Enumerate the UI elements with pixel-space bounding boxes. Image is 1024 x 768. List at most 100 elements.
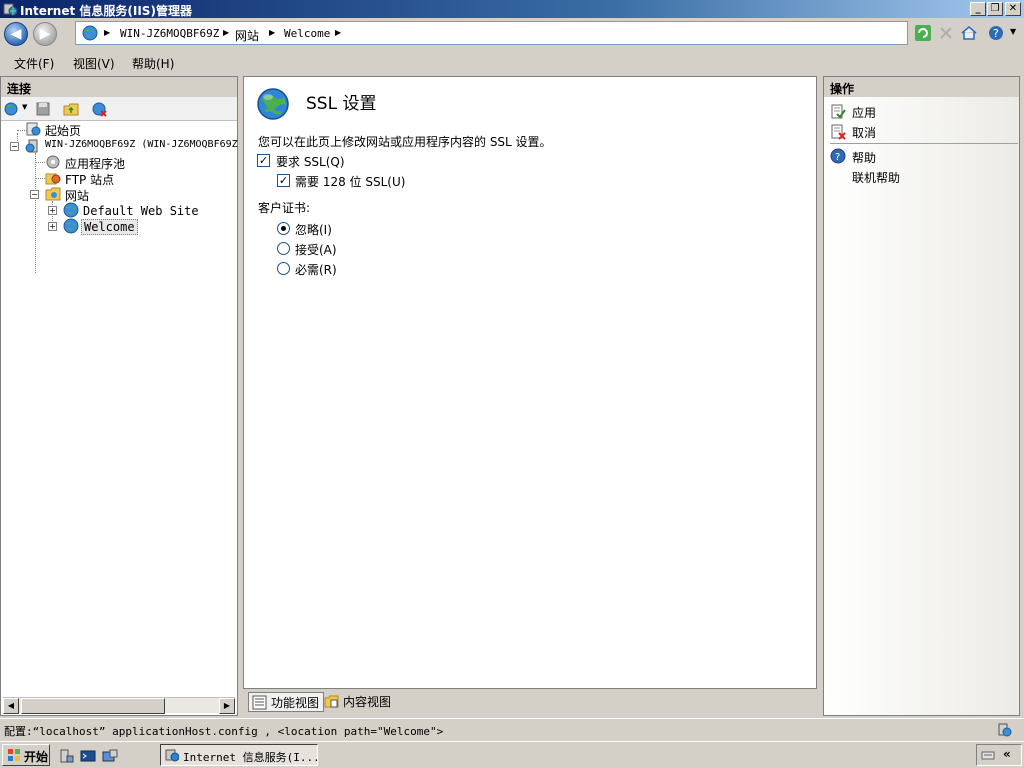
folder-up-icon[interactable] [63,101,79,117]
accept-label[interactable]: 接受(A) [295,241,337,258]
sites-folder-icon [45,187,61,201]
breadcrumb-separator-icon: ▶ [269,28,276,37]
page-title: SSL 设置 [306,94,377,114]
start-page-icon [26,122,41,136]
apply-action[interactable]: 应用 [852,104,876,121]
apply-icon [831,104,846,119]
address-toolbar: ◀ ▶ ▶ WIN-JZ6MOQBF69Z ▶ 网站 ▶ Welcome ▶ ?… [0,18,1024,50]
tree-item-ftp-sites[interactable]: FTP 站点 [65,171,114,188]
collapse-toggle[interactable]: − [30,190,39,199]
taskbar: 开始 Internet 信息服务(I... « [0,741,1024,768]
cancel-icon [831,124,846,140]
chevron-down-icon[interactable]: ▼ [1010,27,1016,36]
tab-content-view[interactable]: 内容视图 [321,692,395,712]
horizontal-scrollbar[interactable]: ◀ ▶ [3,697,235,714]
keyboard-icon[interactable] [981,748,995,762]
iis-manager-icon [3,3,17,16]
expand-toggle[interactable]: + [48,222,57,231]
accept-radio[interactable] [277,242,290,255]
chevron-down-icon[interactable]: ▼ [22,103,27,111]
forward-button[interactable]: ▶ [33,22,57,46]
ignore-label[interactable]: 忽略(I) [295,221,332,238]
address-bar[interactable]: ▶ WIN-JZ6MOQBF69Z ▶ 网站 ▶ Welcome ▶ [75,21,908,45]
collapse-toggle[interactable]: − [10,142,19,151]
stop-icon[interactable] [937,24,955,42]
globe-icon [82,25,98,41]
network-status-icon [998,723,1012,737]
help-dropdown-icon[interactable]: ? [988,24,1006,42]
tree-item-app-pools[interactable]: 应用程序池 [65,155,125,172]
iis-manager-icon [165,749,179,762]
close-button[interactable]: ✕ [1005,2,1021,16]
breadcrumb-separator-icon: ▶ [335,28,342,37]
tab-features-view-label: 功能视图 [271,696,320,710]
help-action[interactable]: 帮助 [852,149,876,166]
require-128-bit-checkbox[interactable]: ✓ [277,174,290,187]
tab-features-view[interactable]: 功能视图 [248,692,325,712]
client-certificates-label: 客户证书: [258,201,311,215]
svg-text:?: ? [993,27,999,40]
minimize-button[interactable]: _ [970,2,986,16]
actions-panel: 操作 应用 取消 ? 帮助 联机帮助 [823,76,1020,716]
connections-title: 连接 [1,77,237,97]
scroll-thumb[interactable] [21,698,165,714]
connections-panel: 连接 ▼ 起始页 − WIN-JZ6MOQBF69Z (WIN-JZ6MOQBF… [0,76,238,716]
back-button[interactable]: ◀ [4,22,28,46]
require-ssl-checkbox[interactable]: ✓ [257,154,270,167]
home-icon[interactable] [960,24,978,42]
taskbar-iis-manager-button[interactable]: Internet 信息服务(I... [160,744,318,766]
require-label[interactable]: 必需(R) [295,261,337,278]
menu-view[interactable]: 视图(V) [73,55,115,72]
require-radio[interactable] [277,262,290,275]
breadcrumb-separator-icon: ▶ [104,28,111,37]
refresh-icon[interactable] [914,24,932,42]
expand-toggle[interactable]: + [48,206,57,215]
menu-bar: 文件(F) 视图(V) 帮助(H) [0,50,1024,74]
disconnect-icon[interactable] [92,101,108,117]
globe-icon [63,202,79,218]
breadcrumb-separator-icon: ▶ [223,28,230,37]
breadcrumb-server[interactable]: WIN-JZ6MOQBF69Z [120,27,219,40]
scroll-left-icon[interactable]: ◀ [3,698,19,714]
start-button[interactable]: 开始 [2,744,50,766]
menu-help[interactable]: 帮助(H) [132,55,174,72]
ignore-radio[interactable] [277,222,290,235]
actions-divider [830,143,1018,144]
svg-text:?: ? [835,152,840,163]
window-title: Internet 信息服务(IIS)管理器 [20,4,192,18]
show-desktop-icon[interactable] [102,748,118,764]
system-tray: « [976,744,1022,766]
status-text: 配置:“localhost” applicationHost.config , … [4,725,444,738]
forward-arrow-icon: ▶ [39,26,51,42]
restore-button[interactable]: ❐ [987,2,1003,16]
breadcrumb-site[interactable]: Welcome [284,27,330,40]
content-view-icon [324,695,339,708]
connections-toolbar: ▼ [1,97,237,121]
windows-logo-icon [8,749,20,761]
app-pools-icon [46,155,60,169]
breadcrumb-sites[interactable]: 网站 [235,27,259,44]
save-icon[interactable] [35,101,51,117]
help-icon: ? [830,148,846,164]
page-description: 您可以在此页上修改网站或应用程序内容的 SSL 设置。 [258,135,552,149]
tree-item-default-web-site[interactable]: Default Web Site [83,204,199,218]
tree-item-welcome[interactable]: Welcome [81,219,138,235]
require-ssl-label[interactable]: 要求 SSL(Q) [276,153,345,170]
powershell-icon[interactable] [80,748,96,764]
window-title-bar[interactable]: Internet 信息服务(IIS)管理器 _ ❐ ✕ [0,0,1024,18]
ftp-sites-icon [45,173,61,185]
connect-icon[interactable] [4,101,20,117]
taskbar-iis-manager-label: Internet 信息服务(I... [183,751,318,764]
tree-item-server[interactable]: WIN-JZ6MOQBF69Z (WIN-JZ6MOQBF69Z [45,139,238,150]
menu-file[interactable]: 文件(F) [14,55,54,72]
cancel-action[interactable]: 取消 [852,124,876,141]
server-manager-icon[interactable] [58,748,74,764]
features-view-icon [252,695,267,710]
show-hidden-icons-icon[interactable]: « [1003,747,1011,761]
require-128-bit-label[interactable]: 需要 128 位 SSL(U) [295,173,405,190]
online-help-action[interactable]: 联机帮助 [852,169,900,186]
tree-item-start-page[interactable]: 起始页 [45,122,81,139]
globe-icon [257,88,289,120]
ssl-settings-page: SSL 设置 您可以在此页上修改网站或应用程序内容的 SSL 设置。 ✓ 要求 … [243,76,817,689]
scroll-right-icon[interactable]: ▶ [219,698,235,714]
